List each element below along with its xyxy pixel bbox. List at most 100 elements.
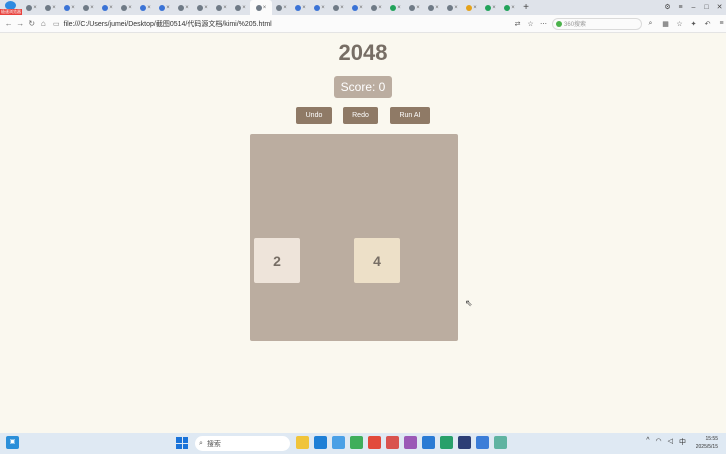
tab-close-icon[interactable]: ×: [166, 5, 170, 11]
reload-icon[interactable]: ↻: [26, 19, 38, 28]
tab-close-icon[interactable]: ×: [242, 5, 246, 11]
browser-tab[interactable]: ×: [500, 1, 519, 14]
wps-icon[interactable]: [386, 436, 399, 449]
browser-tab[interactable]: ×: [98, 1, 117, 14]
tab-close-icon[interactable]: ×: [473, 5, 477, 11]
tab-close-icon[interactable]: ×: [263, 5, 267, 11]
tab-close-icon[interactable]: ×: [492, 5, 496, 11]
clock[interactable]: 15:55 2025/5/15: [696, 435, 718, 451]
tab-close-icon[interactable]: ×: [147, 5, 151, 11]
browser-tab[interactable]: ×: [329, 1, 348, 14]
tab-close-icon[interactable]: ×: [52, 5, 56, 11]
app-icon[interactable]: [404, 436, 417, 449]
app-icon[interactable]: [494, 436, 507, 449]
browser-tab[interactable]: ×: [155, 1, 174, 14]
apps-icon[interactable]: ▦: [661, 20, 670, 28]
redo-button[interactable]: Redo: [343, 107, 378, 124]
tab-close-icon[interactable]: ×: [90, 5, 94, 11]
back-icon[interactable]: ←: [3, 19, 15, 28]
game-board[interactable]: 24: [250, 134, 458, 341]
tab-close-icon[interactable]: ×: [359, 5, 363, 11]
browser-tab[interactable]: ×: [481, 1, 500, 14]
tab-close-icon[interactable]: ×: [204, 5, 208, 11]
browser-tab[interactable]: ×: [41, 1, 60, 14]
tab-close-icon[interactable]: ×: [128, 5, 132, 11]
browser-tab[interactable]: ×: [443, 1, 462, 14]
browser-tab[interactable]: ×: [79, 1, 98, 14]
new-tab-button[interactable]: +: [519, 0, 533, 15]
browser-tab[interactable]: ×: [310, 1, 329, 14]
browser-tab[interactable]: ×: [348, 1, 367, 14]
tab-close-icon[interactable]: ×: [223, 5, 227, 11]
taskbar-search[interactable]: ⌕ 搜索: [195, 436, 290, 451]
browser-tab[interactable]: ×: [424, 1, 443, 14]
browser-tab-active[interactable]: ×: [250, 0, 272, 15]
browser-logo[interactable]: 极速浏览器: [0, 0, 22, 15]
browser-tab[interactable]: ×: [117, 1, 136, 14]
volume-icon[interactable]: ◁: [668, 437, 673, 447]
browser-app-icon[interactable]: [368, 436, 381, 449]
app-icon[interactable]: [440, 436, 453, 449]
file-explorer-icon[interactable]: [296, 436, 309, 449]
close-icon[interactable]: ✕: [713, 0, 726, 15]
app-icon[interactable]: [350, 436, 363, 449]
browser-tab[interactable]: ×: [386, 1, 405, 14]
search-box[interactable]: 360搜索: [552, 17, 643, 30]
browser-tab[interactable]: ×: [367, 1, 386, 14]
menu-icon[interactable]: ≡: [674, 0, 687, 15]
menu-lines-icon[interactable]: ≡: [717, 20, 726, 27]
maximize-icon[interactable]: □: [700, 0, 713, 15]
minimize-icon[interactable]: –: [687, 0, 700, 15]
app-icon[interactable]: [332, 436, 345, 449]
extensions-icon[interactable]: ✦: [689, 20, 698, 28]
input-method[interactable]: 中: [679, 437, 686, 447]
browser-tab[interactable]: ×: [136, 1, 155, 14]
undo-close-icon[interactable]: ↶: [703, 20, 712, 28]
home-icon[interactable]: ⌂: [38, 19, 50, 28]
more-icon[interactable]: ⋯: [539, 20, 548, 28]
browser-tab[interactable]: ×: [272, 1, 291, 14]
tab-close-icon[interactable]: ×: [340, 5, 344, 11]
start-button-icon[interactable]: [176, 437, 188, 449]
translate-icon[interactable]: ⇄: [513, 20, 522, 28]
search-icon: ⌕: [199, 439, 203, 447]
app-icon[interactable]: [458, 436, 471, 449]
favorites-icon[interactable]: ☆: [675, 20, 684, 28]
run-ai-button[interactable]: Run AI: [390, 107, 430, 124]
tab-close-icon[interactable]: ×: [109, 5, 113, 11]
tab-close-icon[interactable]: ×: [416, 5, 420, 11]
search-icon[interactable]: ⌕: [646, 20, 655, 28]
tab-close-icon[interactable]: ×: [511, 5, 515, 11]
tab-close-icon[interactable]: ×: [185, 5, 189, 11]
edge-browser-icon[interactable]: [314, 436, 327, 449]
tab-close-icon[interactable]: ×: [33, 5, 37, 11]
tab-close-icon[interactable]: ×: [378, 5, 382, 11]
browser-tab[interactable]: ×: [212, 1, 231, 14]
browser-tab[interactable]: ×: [405, 1, 424, 14]
widgets-icon[interactable]: ▣: [6, 436, 19, 449]
tab-close-icon[interactable]: ×: [321, 5, 325, 11]
tab-close-icon[interactable]: ×: [302, 5, 306, 11]
browser-tab[interactable]: ×: [174, 1, 193, 14]
tray-chevron-icon[interactable]: ^: [646, 437, 649, 447]
tab-close-icon[interactable]: ×: [454, 5, 458, 11]
browser-tab[interactable]: ×: [60, 1, 79, 14]
tab-close-icon[interactable]: ×: [283, 5, 287, 11]
tab-close-icon[interactable]: ×: [397, 5, 401, 11]
wifi-icon[interactable]: ◠: [656, 437, 662, 447]
app-icon[interactable]: [476, 436, 489, 449]
tab-close-icon[interactable]: ×: [435, 5, 439, 11]
undo-button[interactable]: Undo: [296, 107, 332, 124]
browser-tab[interactable]: ×: [193, 1, 212, 14]
browser-tab[interactable]: ×: [22, 1, 41, 14]
settings-icon[interactable]: ⚙: [661, 0, 674, 15]
url-field[interactable]: ▭ file:///C:/Users/jumei/Desktop/截图0514/…: [53, 17, 465, 30]
search-engine-icon: [556, 20, 563, 27]
browser-tab[interactable]: ×: [231, 1, 250, 14]
app-icon[interactable]: [422, 436, 435, 449]
browser-tab[interactable]: ×: [462, 1, 481, 14]
browser-tab[interactable]: ×: [291, 1, 310, 14]
forward-icon[interactable]: →: [15, 19, 27, 28]
tab-close-icon[interactable]: ×: [71, 5, 75, 11]
bookmark-star-icon[interactable]: ☆: [526, 20, 535, 28]
